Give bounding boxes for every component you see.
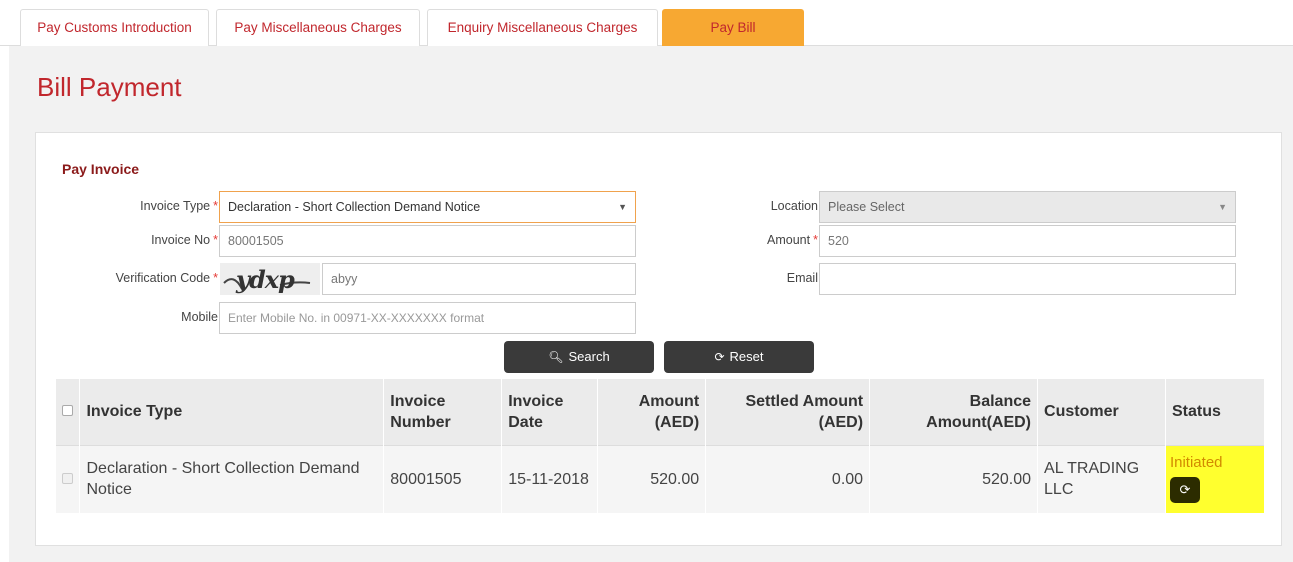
section-title: Pay Invoice — [62, 161, 140, 177]
cell-invoice-number: 80001505 — [383, 445, 503, 513]
tab-pay-miscellaneous-charges[interactable]: Pay Miscellaneous Charges — [216, 9, 420, 46]
cell-invoice-date: 15-11-2018 — [501, 445, 599, 513]
location-select[interactable]: Please Select ▼ — [819, 191, 1236, 223]
page-panel: Bill Payment Pay Invoice Invoice Type * D… — [9, 46, 1293, 562]
captcha-image: rydxp ydxp — [220, 263, 320, 295]
header-invoice-number: Invoice Number — [383, 379, 503, 445]
page-title: Bill Payment — [37, 72, 182, 102]
verification-code-input[interactable]: abyy — [322, 263, 636, 295]
caret-down-icon: ▼ — [1218, 202, 1227, 212]
invoice-no-label: Invoice No * — [151, 233, 218, 247]
cell-invoice-type: Declaration - Short Collection Demand No… — [79, 445, 385, 513]
header-balance-amount: Balance Amount(AED) — [869, 379, 1039, 445]
invoice-table: Invoice Type Invoice Number Invoice Date… — [56, 379, 1266, 513]
search-icon: 🔍︎ — [548, 350, 564, 364]
header-invoice-type: Invoice Type — [79, 379, 385, 445]
cell-balance-amount: 520.00 — [869, 445, 1039, 513]
email-input[interactable] — [819, 263, 1236, 295]
table-header-row: Invoice Type Invoice Number Invoice Date… — [56, 379, 1266, 445]
invoice-no-input[interactable]: 80001505 — [219, 225, 636, 257]
email-label: Email — [786, 271, 818, 285]
refresh-icon: ⟳ — [714, 350, 725, 364]
tab-enquiry-miscellaneous-charges[interactable]: Enquiry Miscellaneous Charges — [427, 9, 658, 46]
mobile-input[interactable]: Enter Mobile No. in 00971-XX-XXXXXXX for… — [219, 302, 636, 334]
invoice-type-select[interactable]: Declaration - Short Collection Demand No… — [219, 191, 636, 223]
mobile-label: Mobile — [181, 310, 218, 324]
status-refresh-button[interactable]: ⟳ — [1169, 476, 1200, 503]
search-button[interactable]: 🔍︎ Search — [504, 341, 654, 373]
cell-customer: AL TRADING LLC — [1037, 445, 1166, 513]
cell-amount: 520.00 — [597, 445, 707, 513]
invoice-type-label: Invoice Type * — [140, 199, 218, 213]
verification-code-label: Verification Code * — [115, 271, 218, 285]
cell-status: Initiated ⟳ — [1165, 445, 1266, 513]
header-invoice-date: Invoice Date — [501, 379, 599, 445]
reset-button[interactable]: ⟳ Reset — [664, 341, 814, 373]
amount-label: Amount * — [767, 233, 818, 247]
select-all-checkbox[interactable] — [62, 405, 74, 417]
row-checkbox[interactable] — [62, 472, 74, 484]
table-row: Declaration - Short Collection Demand No… — [56, 445, 1266, 513]
header-customer: Customer — [1037, 379, 1166, 445]
header-settled-amount: Settled Amount (AED) — [705, 379, 871, 445]
pay-invoice-card: Pay Invoice Invoice Type * Declaration - … — [35, 132, 1282, 546]
tab-pay-customs-introduction[interactable]: Pay Customs Introduction — [20, 9, 209, 46]
caret-down-icon: ▼ — [618, 202, 627, 212]
select-all-cell — [56, 379, 81, 445]
tab-pay-bill[interactable]: Pay Bill — [662, 9, 804, 46]
captcha-glyphs: ydxp — [236, 265, 295, 294]
header-status: Status — [1165, 379, 1266, 445]
header-amount: Amount (AED) — [597, 379, 707, 445]
amount-input[interactable]: 520 — [819, 225, 1236, 257]
row-select-cell — [56, 445, 81, 513]
cell-settled-amount: 0.00 — [705, 445, 871, 513]
status-badge: Initiated — [1169, 453, 1223, 471]
tab-bar: Pay Customs Introduction Pay Miscellaneo… — [0, 0, 1293, 46]
refresh-icon: ⟳ — [1179, 481, 1191, 497]
location-label: Location — [770, 199, 818, 213]
